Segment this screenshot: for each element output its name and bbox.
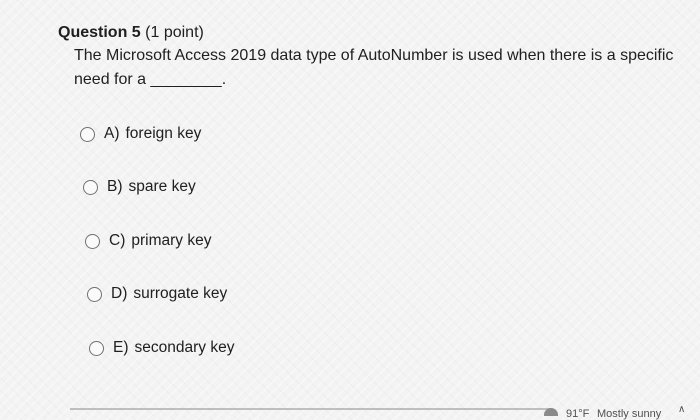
taskbar: 91°F Mostly sunny ∧ [0, 402, 700, 420]
option-a-letter: A) [104, 125, 120, 142]
option-b-radio[interactable] [83, 179, 98, 195]
option-c[interactable]: C) primary key [85, 232, 211, 250]
question-points: (1 point) [145, 24, 204, 41]
option-c-letter: C) [109, 232, 126, 249]
sun-cloud-icon[interactable] [544, 408, 558, 416]
question-text-line-2: need for a ________. [74, 71, 227, 88]
option-a-radio[interactable] [80, 126, 95, 142]
option-d-letter: D) [111, 285, 128, 302]
option-e-radio[interactable] [89, 340, 104, 356]
option-b[interactable]: B) spare key [83, 178, 196, 196]
option-c-label: primary key [131, 232, 212, 249]
question-title: Question 5 [58, 24, 141, 41]
option-d[interactable]: D) surrogate key [87, 285, 227, 303]
option-e-letter: E) [113, 339, 129, 356]
weather-description[interactable]: Mostly sunny [597, 408, 661, 420]
chevron-up-icon[interactable]: ∧ [678, 404, 685, 415]
option-e[interactable]: E) secondary key [89, 339, 234, 357]
question-text: The Microsoft Access 2019 data type of A… [74, 44, 674, 92]
question-header: Question 5 (1 point) [58, 24, 204, 42]
option-e-label: secondary key [134, 339, 235, 356]
option-d-radio[interactable] [87, 286, 102, 302]
option-c-radio[interactable] [85, 233, 100, 249]
option-a[interactable]: A) foreign key [80, 125, 201, 143]
question-text-line-1: The Microsoft Access 2019 data type of A… [74, 47, 674, 64]
option-a-label: foreign key [125, 125, 202, 142]
option-b-label: spare key [128, 178, 196, 195]
option-d-label: surrogate key [133, 285, 228, 302]
weather-temperature[interactable]: 91°F [566, 408, 589, 420]
taskbar-divider [70, 408, 550, 410]
option-b-letter: B) [107, 178, 123, 195]
